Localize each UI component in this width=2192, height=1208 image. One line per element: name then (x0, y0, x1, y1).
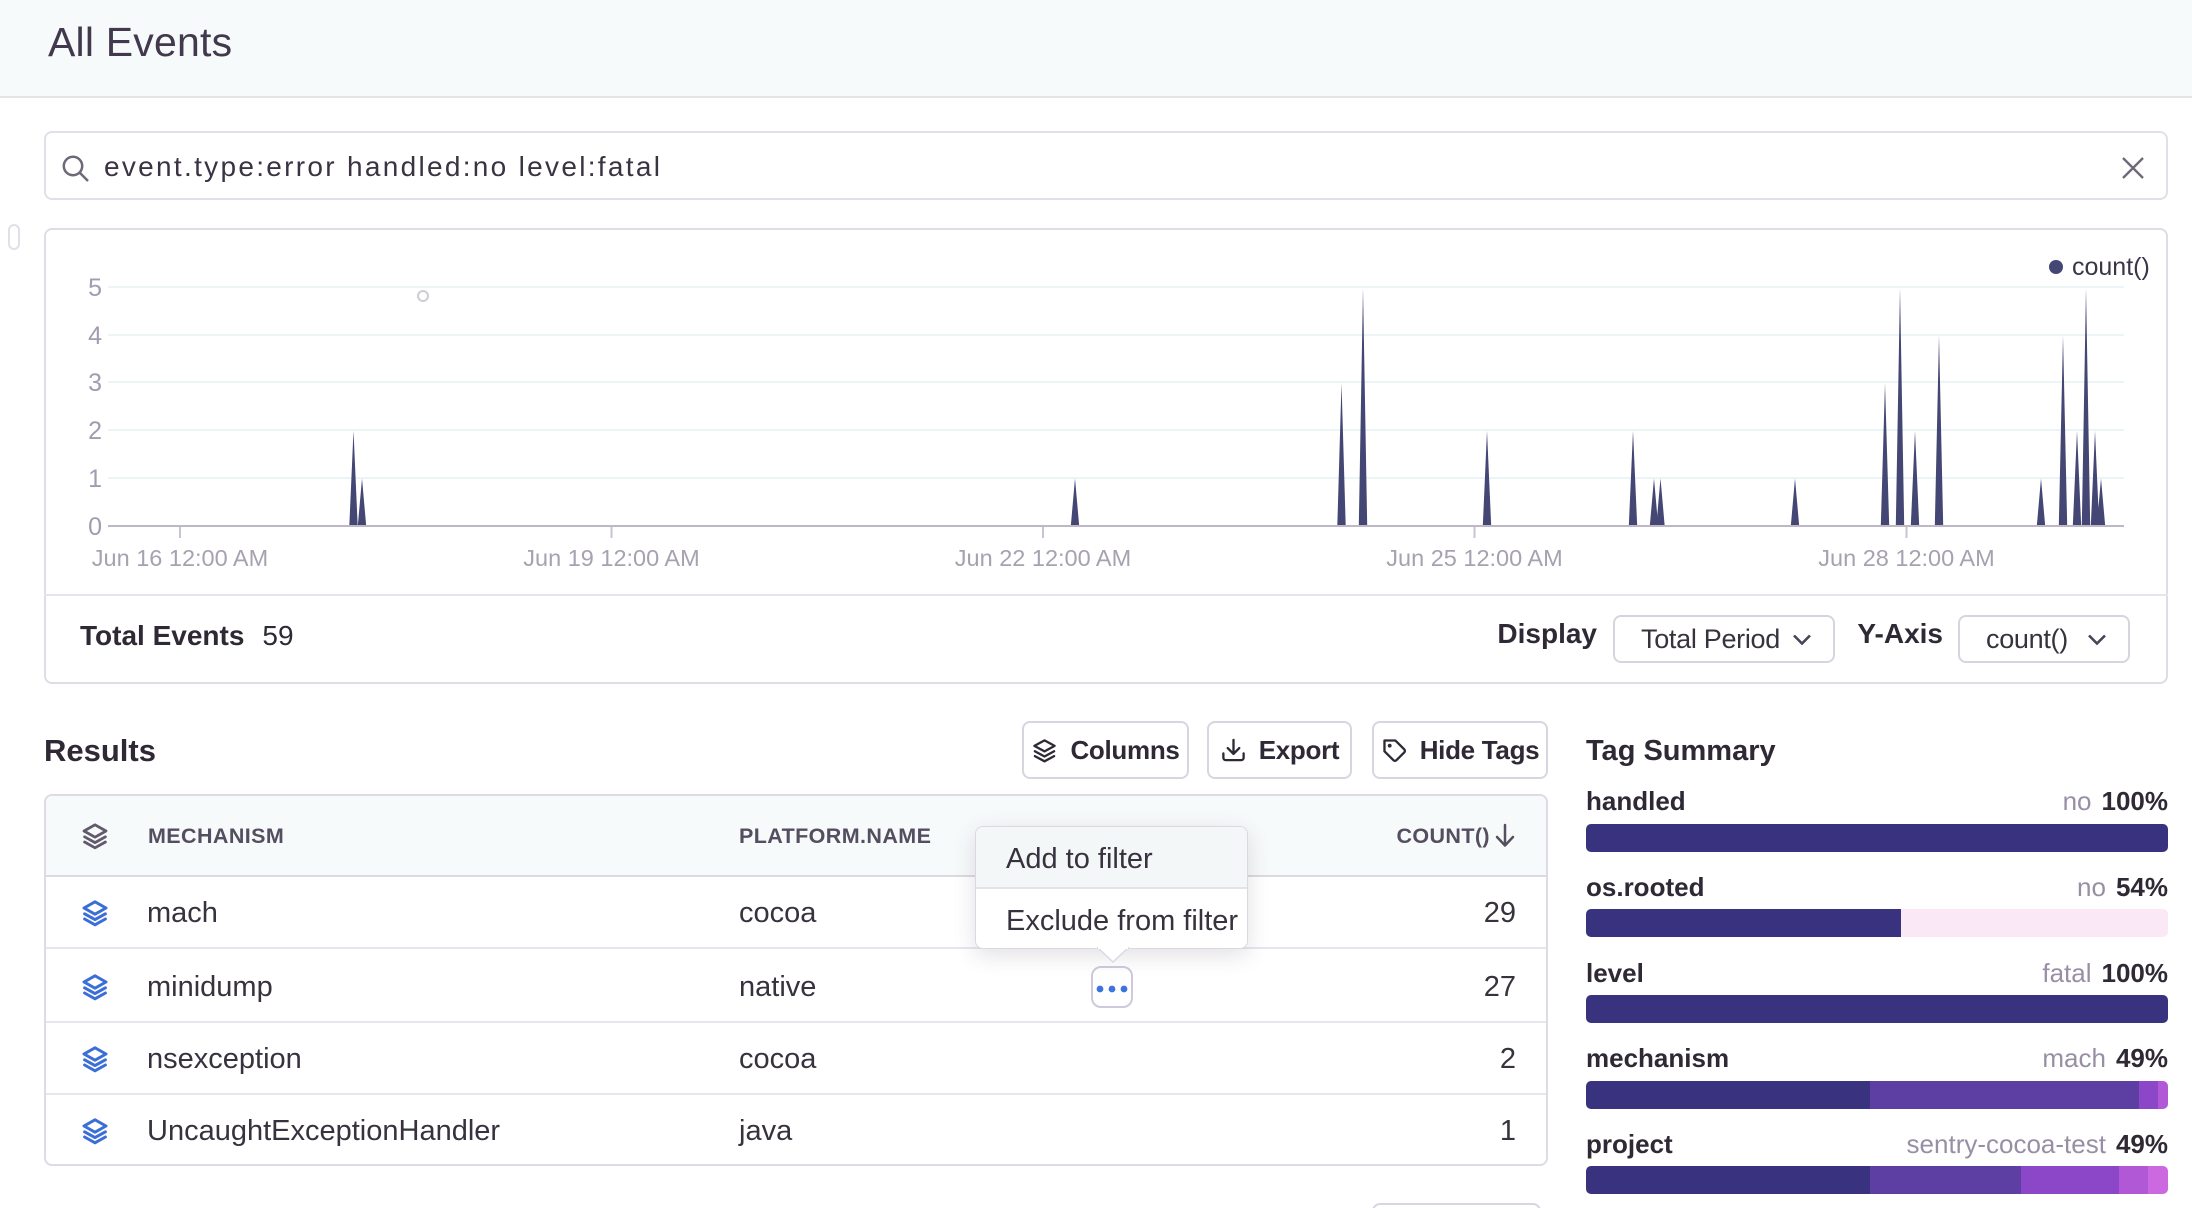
svg-text:5: 5 (88, 274, 102, 302)
svg-text:4: 4 (88, 322, 102, 350)
svg-text:Jun 28 12:00 AM: Jun 28 12:00 AM (1818, 545, 1994, 571)
svg-text:Jun 16 12:00 AM: Jun 16 12:00 AM (92, 545, 268, 571)
svg-text:Jun 25 12:00 AM: Jun 25 12:00 AM (1386, 545, 1562, 571)
svg-text:0: 0 (88, 513, 102, 541)
svg-text:2: 2 (88, 417, 102, 445)
svg-text:Jun 22 12:00 AM: Jun 22 12:00 AM (955, 545, 1131, 571)
svg-text:3: 3 (88, 369, 102, 397)
svg-text:1: 1 (88, 465, 102, 493)
svg-text:count(): count() (2072, 253, 2150, 281)
svg-text:Jun 19 12:00 AM: Jun 19 12:00 AM (523, 545, 699, 571)
